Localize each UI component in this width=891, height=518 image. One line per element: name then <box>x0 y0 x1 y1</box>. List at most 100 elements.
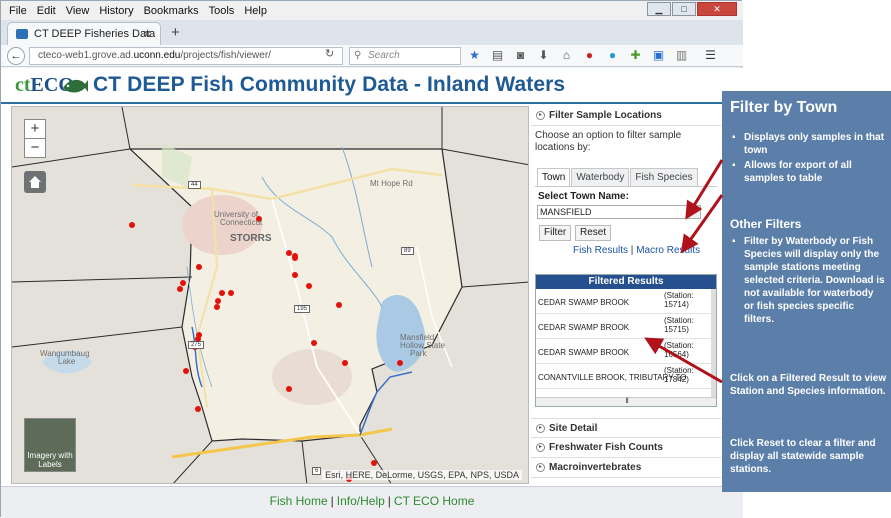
tab-fish-species[interactable]: Fish Species <box>630 168 698 186</box>
site-detail-accordion[interactable]: ▸ Site Detail <box>531 418 721 438</box>
map-label-storrs: STORRS <box>230 233 272 244</box>
url-path: /projects/fish/viewer/ <box>180 50 271 61</box>
fish-results-link[interactable]: Fish Results <box>573 245 628 256</box>
ct-eco-home-link[interactable]: CT ECO Home <box>394 494 474 508</box>
menu-edit[interactable]: Edit <box>37 5 56 17</box>
expand-icon: ▸ <box>536 463 545 472</box>
list-item[interactable]: CONANTVILLE BROOK, TRIBUTARY TO (Station… <box>536 364 712 389</box>
download-icon[interactable]: ⬇ <box>537 48 550 62</box>
town-bullet: Allows for export of all samples to tabl… <box>732 159 886 185</box>
home-icon[interactable]: ⌂ <box>560 48 573 62</box>
fish-home-link[interactable]: Fish Home <box>270 494 328 508</box>
skype-icon[interactable]: ● <box>606 48 619 62</box>
search-input[interactable]: ⚲ Search <box>349 47 461 65</box>
reset-button[interactable]: Reset <box>575 225 612 241</box>
page-footer: Fish Home | Info/Help | CT ECO Home <box>1 486 743 518</box>
list-item[interactable]: CEDAR SWAMP BROOK (Station: 15714) <box>536 289 712 314</box>
map-label-conn: Connecticut <box>220 218 263 227</box>
map-view[interactable]: University of Connecticut STORRS Mansfie… <box>11 106 529 484</box>
search-placeholder: Search <box>368 50 400 61</box>
macro-results-link[interactable]: Macro Results <box>636 245 700 256</box>
home-extent-button[interactable] <box>24 171 46 193</box>
route-275-shield: 275 <box>188 341 205 349</box>
toolbar-icons: ★ ▤ ◙ ⬇ ⌂ ● ● ✚ ▣ ▥ ☰ <box>468 48 717 62</box>
expand-icon: ▸ <box>536 424 545 433</box>
url-bar[interactable]: cteco-web1.grove.ad.uconn.edu/projects/f… <box>29 47 343 65</box>
menu-history[interactable]: History <box>99 5 133 17</box>
town-bullets: Displays only samples in that town Allow… <box>732 131 886 187</box>
results-scrollbar[interactable] <box>711 289 716 399</box>
list-item[interactable]: CEDAR SWAMP BROOK (Station: 15715) <box>536 314 712 339</box>
new-tab-button[interactable]: + <box>171 24 180 41</box>
home-icon <box>29 176 41 188</box>
map-label-park: Park <box>410 349 427 358</box>
result-links: Fish Results | Macro Results <box>573 245 701 256</box>
url-prefix: cteco-web1.grove.ad. <box>38 50 134 61</box>
callout-title: Filter by Town <box>730 99 838 116</box>
instruction-callout: Filter by Town Displays only samples in … <box>722 91 891 492</box>
pinterest-icon[interactable]: ● <box>583 48 596 62</box>
expand-icon: ▸ <box>536 111 545 120</box>
chevron-down-icon: ▼ <box>688 206 700 218</box>
tab-waterbody[interactable]: Waterbody <box>571 168 630 186</box>
map-label-lake: Lake <box>58 357 76 366</box>
filtered-results-list[interactable]: Filtered Results CEDAR SWAMP BROOK (Stat… <box>535 274 717 407</box>
bookmark-star-icon[interactable]: ★ <box>468 48 481 62</box>
map-label-mthope: Mt Hope Rd <box>370 179 413 188</box>
browser-tab[interactable]: CT DEEP Fisheries Data ✕ <box>7 22 161 45</box>
macroinvertebrates-accordion[interactable]: ▸ Macroinvertebrates <box>531 458 721 478</box>
puzzle-icon[interactable]: ✚ <box>629 48 642 62</box>
filter-button[interactable]: Filter <box>539 225 572 241</box>
menu-view[interactable]: View <box>66 5 90 17</box>
route-89-shield: 89 <box>401 247 414 255</box>
browser-window: File Edit View History Bookmarks Tools H… <box>0 0 743 518</box>
reload-icon[interactable]: ↻ <box>325 47 334 60</box>
filtered-results-header: Filtered Results <box>536 275 716 289</box>
expand-icon: ▸ <box>536 443 545 452</box>
zoom-out-button[interactable]: − <box>24 138 46 158</box>
route-44-shield: 44 <box>188 181 201 189</box>
other-bullet: Filter by Waterbody or Fish Species will… <box>732 235 886 326</box>
tab-title: CT DEEP Fisheries Data <box>34 28 156 40</box>
navigation-bar: ← cteco-web1.grove.ad.uconn.edu/projects… <box>1 45 743 67</box>
tab-town[interactable]: Town <box>537 168 571 186</box>
other-bullets: Filter by Waterbody or Fish Species will… <box>732 235 886 328</box>
fish-counts-accordion[interactable]: ▸ Freshwater Fish Counts <box>531 438 721 458</box>
town-bullet: Displays only samples in that town <box>732 131 886 157</box>
map-canvas <box>12 107 528 483</box>
window-controls: ▁ □ ✕ <box>647 2 737 16</box>
menu-help[interactable]: Help <box>244 5 267 17</box>
page-title: CT DEEP Fish Community Data - Inland Wat… <box>93 73 566 96</box>
back-button[interactable]: ← <box>7 47 25 65</box>
town-tab-body: Select Town Name: MANSFIELD ▼ Filter Res… <box>535 186 717 256</box>
maximize-button[interactable]: □ <box>672 2 696 16</box>
results-hscrollbar[interactable]: ⦀ <box>536 397 716 406</box>
menu-bar: File Edit View History Bookmarks Tools H… <box>1 1 743 20</box>
select-town-label: Select Town Name: <box>538 191 629 202</box>
filter-accordion-header[interactable]: ▸ Filter Sample Locations <box>531 106 721 126</box>
basemap-toggle[interactable]: Imagery with Labels <box>24 418 76 472</box>
hamburger-menu-icon[interactable]: ☰ <box>704 48 717 62</box>
pocket-icon[interactable]: ◙ <box>514 48 527 62</box>
route-6-shield: 6 <box>312 467 322 475</box>
map-attribution: Esri, HERE, DeLorme, USGS, EPA, NPS, USD… <box>322 470 522 480</box>
sidebar-icon[interactable]: ▥ <box>675 48 688 62</box>
minimize-button[interactable]: ▁ <box>647 2 671 16</box>
menu-bookmarks[interactable]: Bookmarks <box>144 5 199 17</box>
screenshot-icon[interactable]: ▣ <box>652 48 665 62</box>
info-help-link[interactable]: Info/Help <box>337 494 385 508</box>
menu-tools[interactable]: Tools <box>209 5 235 17</box>
town-select[interactable]: MANSFIELD ▼ <box>537 205 701 219</box>
menu-file[interactable]: File <box>9 5 27 17</box>
reading-list-icon[interactable]: ▤ <box>491 48 504 62</box>
close-tab-icon[interactable]: ✕ <box>143 28 152 41</box>
list-item[interactable]: CEDAR SWAMP BROOK (Station: 16564) <box>536 339 712 364</box>
other-filters-title: Other Filters <box>730 217 802 231</box>
filter-prompt: Choose an option to filter sample locati… <box>535 130 682 153</box>
filter-tabs: Town Waterbody Fish Species <box>537 168 699 186</box>
route-195-shield: 195 <box>294 305 311 313</box>
basemap-label: Imagery with Labels <box>27 451 73 469</box>
close-window-button[interactable]: ✕ <box>697 2 737 16</box>
tab-strip: CT DEEP Fisheries Data ✕ + <box>1 20 743 45</box>
zoom-in-button[interactable]: + <box>24 119 46 139</box>
